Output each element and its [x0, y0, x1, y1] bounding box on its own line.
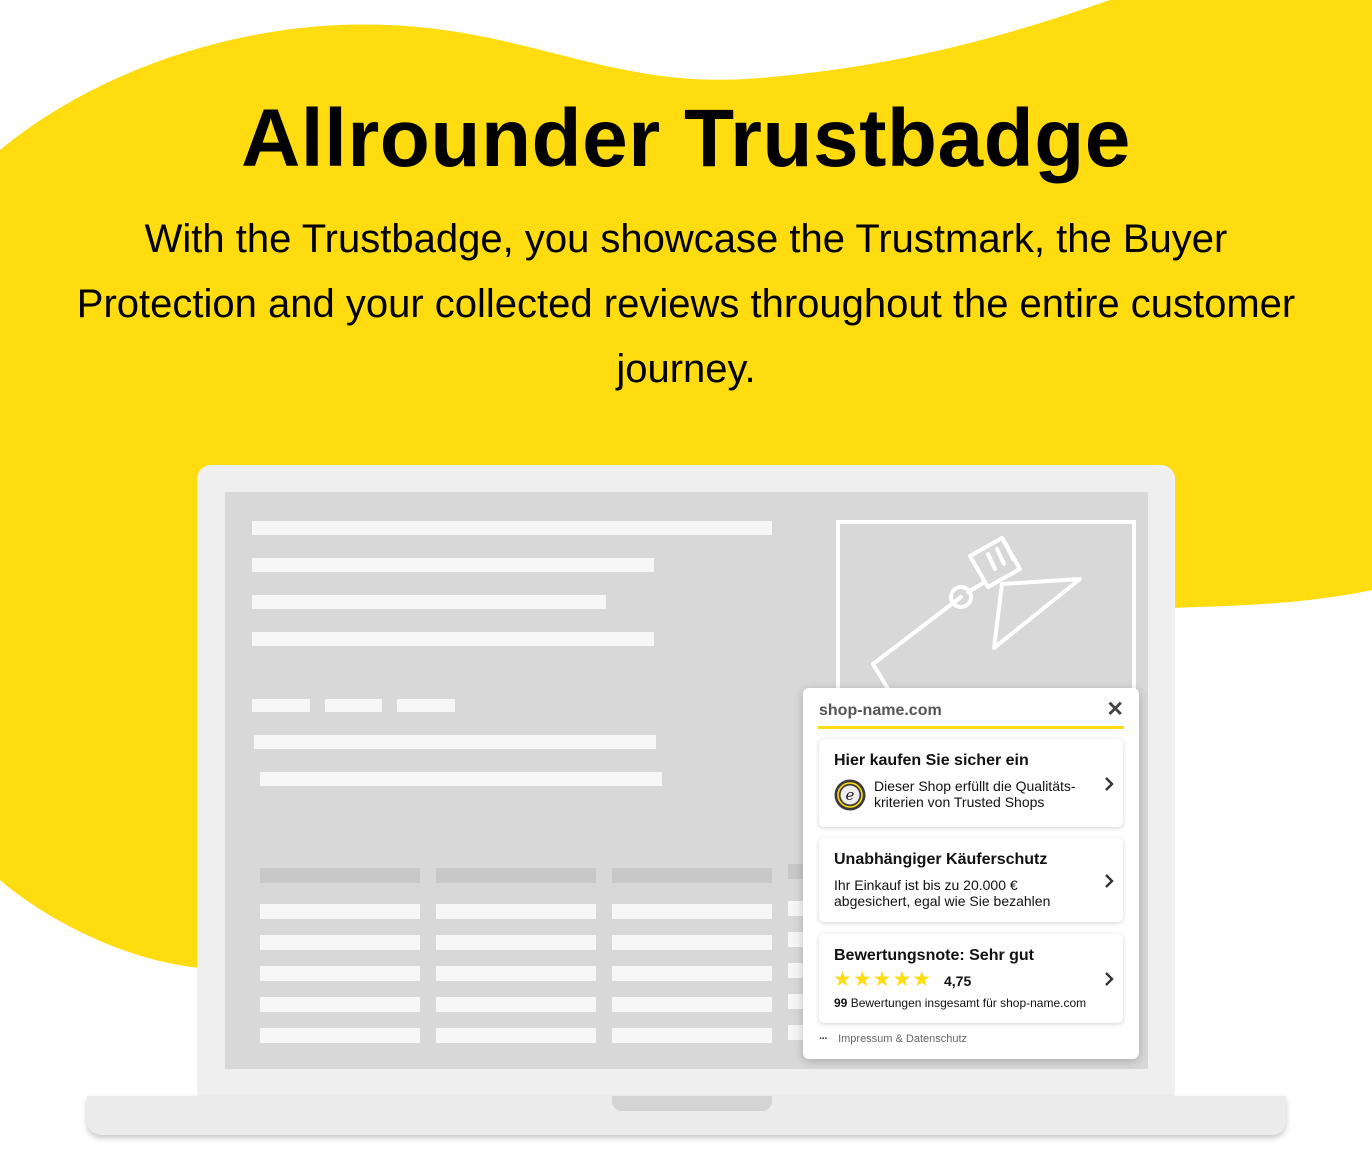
rating-score: 4,75: [944, 973, 972, 989]
shop-name: shop-name.com: [819, 702, 942, 719]
placeholder-table-header: [260, 868, 420, 883]
trustbadge-footer: ··· Impressum & Datenschutz: [819, 1033, 967, 1045]
laptop-notch: [612, 1096, 772, 1111]
placeholder-line: [252, 632, 654, 646]
placeholder-table-cell: [436, 997, 596, 1012]
placeholder-table-cell: [260, 966, 420, 981]
review-count-line: 99 Bewertungen insgesamt für shop-name.c…: [834, 996, 1086, 1010]
placeholder-line: [260, 772, 662, 786]
placeholder-line: [252, 558, 654, 572]
chevron-right-icon: [1105, 777, 1114, 791]
placeholder-table-cell: [612, 904, 772, 919]
placeholder-table-cell: [612, 1028, 772, 1043]
placeholder-table-header: [612, 868, 772, 883]
more-dots-icon[interactable]: ···: [819, 1033, 835, 1045]
close-icon[interactable]: ✕: [1106, 698, 1124, 722]
trustmark-card-title: Hier kaufen Sie sicher ein: [834, 752, 1029, 769]
placeholder-table-cell: [260, 935, 420, 950]
placeholder-table-cell: [260, 904, 420, 919]
review-count: 99: [834, 996, 848, 1010]
placeholder-table-header: [436, 868, 596, 883]
reviews-card-title: Bewertungsnote: Sehr gut: [834, 947, 1035, 964]
placeholder-table-cell: [612, 966, 772, 981]
placeholder-table-cell: [436, 935, 596, 950]
trustmark-card-text: Dieser Shop erfüllt die Qualitäts-kriter…: [874, 778, 1076, 810]
page-title: Allrounder Trustbadge: [241, 93, 1131, 184]
placeholder-table-cell: [612, 935, 772, 950]
placeholder-table-cell: [260, 997, 420, 1012]
placeholder-table-cell: [612, 997, 772, 1012]
placeholder-table-cell: [260, 1028, 420, 1043]
trustbadge-widget: shop-name.com ✕ Hier kaufen Sie sicher e…: [803, 688, 1139, 1059]
imprint-privacy-link[interactable]: Impressum & Datenschutz: [838, 1033, 967, 1045]
placeholder-line: [252, 595, 606, 609]
svg-text:e: e: [846, 786, 855, 804]
buyer-protection-card-text: Ihr Einkauf ist bis zu 20.000 € abgesich…: [834, 877, 1051, 909]
placeholder-tag: [252, 699, 310, 712]
buyer-protection-card[interactable]: Unabhängiger Käuferschutz Ihr Einkauf is…: [819, 838, 1123, 922]
placeholder-line: [254, 735, 656, 749]
placeholder-tag: [325, 699, 382, 712]
placeholder-table-cell: [436, 904, 596, 919]
trustmark-card[interactable]: Hier kaufen Sie sicher ein e Dieser Shop…: [819, 739, 1123, 827]
chevron-right-icon: [1105, 972, 1114, 986]
placeholder-line: [252, 521, 772, 535]
placeholder-table-cell: [436, 966, 596, 981]
review-count-text: Bewertungen insgesamt für shop-name.com: [850, 996, 1087, 1010]
placeholder-tag: [397, 699, 455, 712]
trusted-shops-seal-icon: e: [834, 779, 866, 811]
reviews-card[interactable]: Bewertungsnote: Sehr gut ★★★★★ 4,75 99 B…: [819, 934, 1123, 1023]
placeholder-table-cell: [436, 1028, 596, 1043]
chevron-right-icon: [1105, 874, 1114, 888]
buyer-protection-card-title: Unabhängiger Käuferschutz: [834, 851, 1048, 868]
page-subtitle: With the Trustbadge, you showcase the Tr…: [76, 217, 1296, 391]
rating-stars: ★★★★★: [833, 968, 933, 991]
trustbadge-header: shop-name.com ✕: [818, 698, 1124, 729]
